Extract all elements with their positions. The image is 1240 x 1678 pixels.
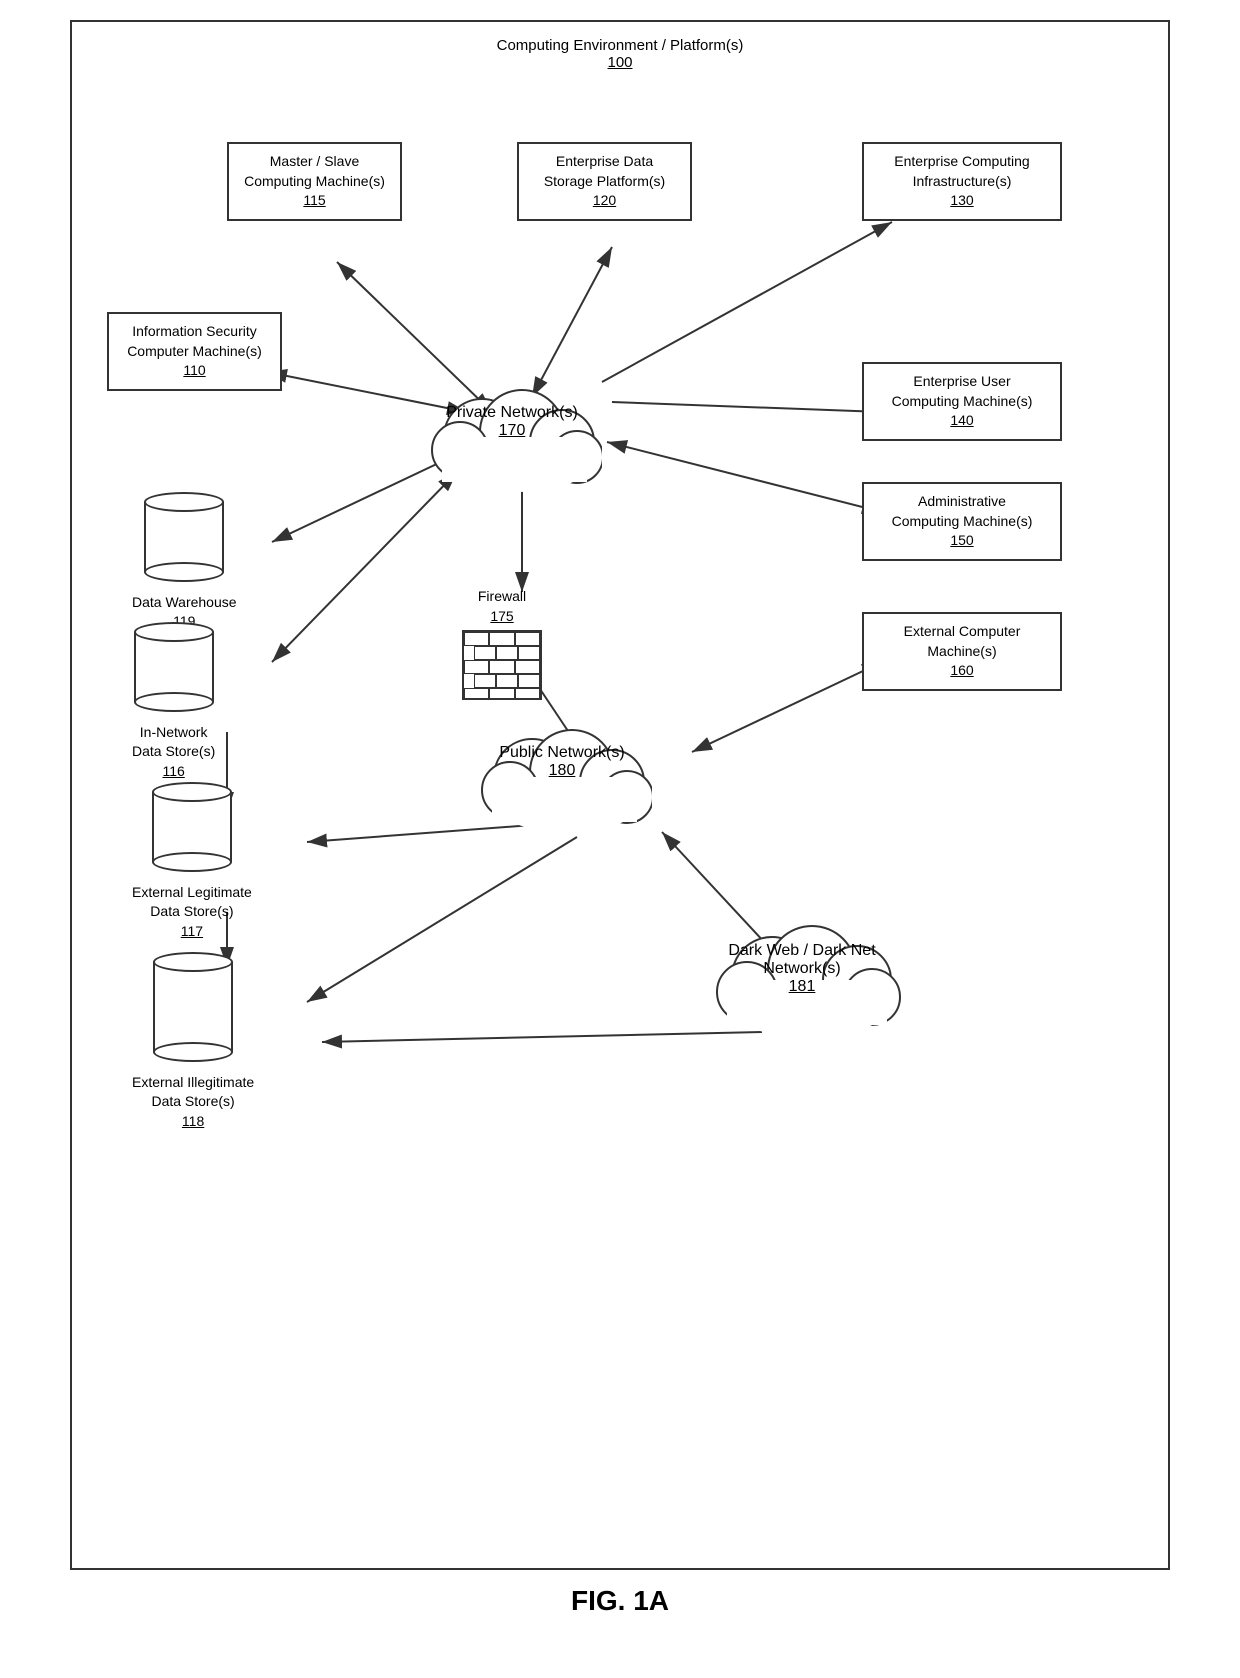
master-slave-label: Master / SlaveComputing Machine(s) (244, 153, 385, 189)
private-network-label: Private Network(s) (446, 404, 578, 421)
enterprise-computing-label: Enterprise ComputingInfrastructure(s) (894, 153, 1029, 189)
data-warehouse-node: Data Warehouse 119 (132, 492, 237, 632)
enterprise-user-node: Enterprise UserComputing Machine(s) 140 (862, 362, 1062, 441)
enterprise-data-storage-node: Enterprise DataStorage Platform(s) 120 (517, 142, 692, 221)
in-network-node: In-NetworkData Store(s) 116 (132, 622, 215, 781)
external-computer-id: 160 (950, 662, 973, 678)
external-computer-label: External ComputerMachine(s) (904, 623, 1021, 659)
info-security-node: Information SecurityComputer Machine(s) … (107, 312, 282, 391)
enterprise-user-label: Enterprise UserComputing Machine(s) (892, 373, 1033, 409)
ext-illegitimate-id: 118 (182, 1113, 204, 1129)
enterprise-user-id: 140 (950, 412, 973, 428)
enterprise-data-storage-label: Enterprise DataStorage Platform(s) (544, 153, 665, 189)
administrative-label: AdministrativeComputing Machine(s) (892, 493, 1033, 529)
enterprise-computing-id: 130 (950, 192, 973, 208)
enterprise-computing-node: Enterprise ComputingInfrastructure(s) 13… (862, 142, 1062, 221)
diagram-container: Computing Environment / Platform(s) 100 (70, 20, 1170, 1570)
master-slave-node: Master / SlaveComputing Machine(s) 115 (227, 142, 402, 221)
firewall-label: Firewall (478, 588, 526, 604)
public-network-node: Public Network(s) 180 (472, 702, 652, 837)
public-network-label: Public Network(s) (499, 744, 624, 761)
in-network-id: 116 (162, 763, 184, 779)
ext-illegitimate-label: External IllegitimateData Store(s) (132, 1074, 254, 1110)
ext-legitimate-node: External LegitimateData Store(s) 117 (132, 782, 252, 941)
figure-label: FIG. 1A (571, 1585, 669, 1617)
external-computer-node: External ComputerMachine(s) 160 (862, 612, 1062, 691)
ext-legitimate-id: 117 (181, 923, 203, 939)
ext-legitimate-label: External LegitimateData Store(s) (132, 884, 252, 920)
firewall-node: Firewall 175 (462, 587, 542, 706)
info-security-label: Information SecurityComputer Machine(s) (127, 323, 262, 359)
firewall-id: 175 (490, 608, 513, 624)
private-network-id: 170 (499, 422, 526, 439)
public-network-id: 180 (549, 762, 576, 779)
enterprise-data-storage-id: 120 (593, 192, 616, 208)
administrative-id: 150 (950, 532, 973, 548)
master-slave-id: 115 (303, 192, 325, 208)
computing-env-title: Computing Environment / Platform(s) 100 (72, 37, 1168, 71)
dark-web-id: 181 (789, 978, 816, 995)
data-warehouse-label: Data Warehouse (132, 594, 237, 610)
administrative-node: AdministrativeComputing Machine(s) 150 (862, 482, 1062, 561)
dark-web-node: Dark Web / Dark NetNetwork(s) 181 (702, 902, 902, 1037)
dark-web-label: Dark Web / Dark NetNetwork(s) (728, 942, 875, 977)
ext-illegitimate-node: External IllegitimateData Store(s) 118 (132, 952, 254, 1131)
in-network-label: In-NetworkData Store(s) (132, 724, 215, 760)
info-security-id: 110 (183, 362, 205, 378)
private-network-node: Private Network(s) 170 (422, 362, 602, 497)
